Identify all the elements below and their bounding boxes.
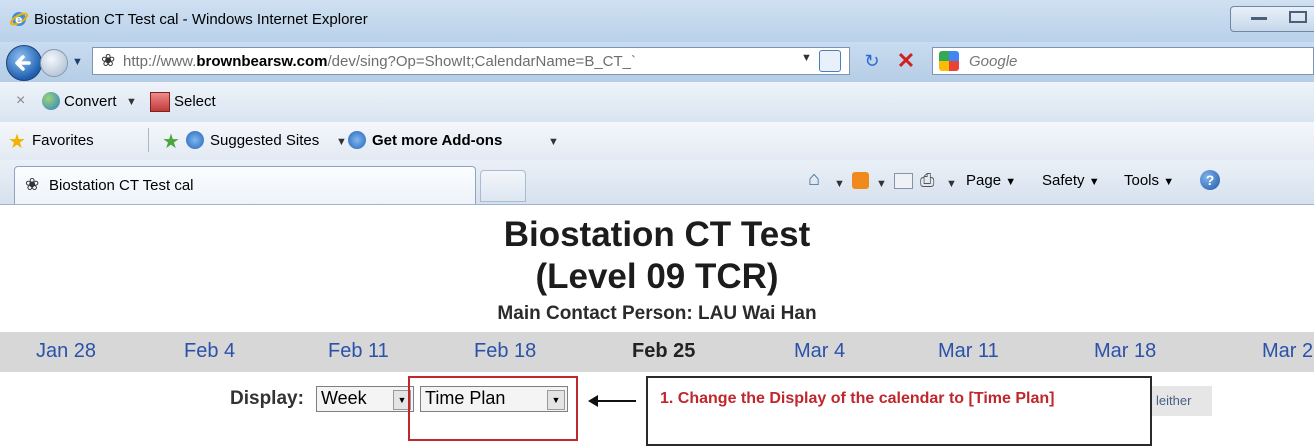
instruction-callout: 1. Change the Display of the calendar to… xyxy=(646,376,1152,446)
week-link[interactable]: Mar 4 xyxy=(794,340,845,363)
safety-menu[interactable]: Safety ▼ xyxy=(1042,172,1100,189)
address-dropdown-icon[interactable]: ▼ xyxy=(801,52,812,64)
calendar-subtitle: (Level 09 TCR) xyxy=(535,257,779,296)
page-menu-label: Page xyxy=(966,172,1002,189)
title-bar: e Biostation CT Test cal - Windows Inter… xyxy=(0,0,1314,42)
search-box[interactable]: Google xyxy=(932,47,1314,75)
week-link[interactable]: Mar 2 xyxy=(1262,340,1313,363)
stop-button[interactable]: ✕ xyxy=(892,47,920,75)
favorites-star-icon: ★ xyxy=(8,131,26,153)
week-link[interactable]: Mar 18 xyxy=(1094,340,1156,363)
forward-button[interactable] xyxy=(40,49,68,77)
svg-text:e: e xyxy=(15,13,22,26)
tab-biostation[interactable]: ❀ Biostation CT Test cal xyxy=(14,166,476,204)
callout-arrow-line xyxy=(592,400,636,402)
separator xyxy=(148,128,149,152)
display-label: Display: xyxy=(230,388,304,409)
tools-menu[interactable]: Tools ▼ xyxy=(1124,172,1174,189)
suggested-sites-link[interactable]: Suggested Sites xyxy=(210,132,319,149)
tools-menu-label: Tools xyxy=(1124,172,1160,189)
print-dropdown-icon[interactable]: ▼ xyxy=(946,178,957,190)
safety-menu-label: Safety xyxy=(1042,172,1085,189)
neither-button[interactable]: leither xyxy=(1152,386,1212,416)
suggested-sites-dropdown-icon[interactable]: ▼ xyxy=(336,136,347,148)
search-placeholder: Google xyxy=(969,53,1018,70)
refresh-button[interactable]: ↻ xyxy=(858,47,886,75)
display-period-value: Week xyxy=(321,388,367,408)
url-path: /dev/sing?Op=ShowIt;CalendarName=B_CT_` xyxy=(327,53,637,70)
contact-person: Main Contact Person: LAU Wai Han xyxy=(497,303,817,324)
week-link[interactable]: Feb 4 xyxy=(184,340,235,363)
minimize-button[interactable] xyxy=(1251,17,1267,20)
favorites-button[interactable]: Favorites xyxy=(32,132,94,149)
week-link[interactable]: Mar 11 xyxy=(938,340,999,363)
home-icon[interactable]: ⌂ xyxy=(808,168,820,191)
addons-dropdown-icon[interactable]: ▼ xyxy=(548,136,559,148)
compatibility-view-icon[interactable] xyxy=(819,50,841,72)
week-current[interactable]: Feb 25 xyxy=(632,340,695,363)
week-link[interactable]: Feb 18 xyxy=(474,340,536,363)
ie-page-icon xyxy=(186,131,204,149)
page-menu[interactable]: Page ▼ xyxy=(966,172,1016,189)
read-mail-icon[interactable] xyxy=(894,173,913,189)
print-icon[interactable]: ⎙ xyxy=(920,170,934,191)
convert-dropdown-icon[interactable]: ▼ xyxy=(126,96,137,108)
maximize-button[interactable] xyxy=(1289,11,1307,23)
select-button[interactable]: Select xyxy=(174,93,216,110)
ie-logo-icon: e xyxy=(10,10,28,28)
back-button[interactable] xyxy=(6,45,42,81)
week-link[interactable]: Jan 28 xyxy=(36,340,96,363)
display-period-select[interactable]: Week ▼ xyxy=(316,386,414,412)
convert-icon xyxy=(42,92,60,110)
url-text[interactable]: http://www.brownbearsw.com/dev/sing?Op=S… xyxy=(123,53,636,70)
convert-button[interactable]: Convert xyxy=(64,93,117,110)
url-domain: brownbearsw.com xyxy=(196,53,328,70)
rss-feed-icon[interactable] xyxy=(852,172,869,189)
recent-pages-dropdown[interactable]: ▼ xyxy=(72,56,83,68)
tab-label: Biostation CT Test cal xyxy=(49,177,194,194)
ie-page-icon xyxy=(348,131,366,149)
window-controls xyxy=(1230,6,1314,32)
address-bar[interactable]: ❀ http://www.brownbearsw.com/dev/sing?Op… xyxy=(92,47,850,75)
calendar-title: Biostation CT Test xyxy=(503,215,811,254)
new-tab-button[interactable] xyxy=(480,170,526,202)
select-icon xyxy=(150,92,170,112)
get-addons-link[interactable]: Get more Add-ons xyxy=(372,132,502,149)
url-prefix: http://www. xyxy=(123,53,197,70)
home-dropdown-icon[interactable]: ▼ xyxy=(834,178,845,190)
back-arrow-icon xyxy=(15,55,31,71)
window-title: Biostation CT Test cal - Windows Interne… xyxy=(34,11,368,28)
close-toolbar-icon[interactable]: × xyxy=(16,92,25,110)
week-link[interactable]: Feb 11 xyxy=(328,340,389,363)
highlight-box xyxy=(408,376,578,441)
instruction-text: 1. Change the Display of the calendar to… xyxy=(660,390,1055,407)
add-to-favorites-icon[interactable]: ★ xyxy=(162,129,180,154)
rss-dropdown-icon[interactable]: ▼ xyxy=(876,178,887,190)
site-favicon-icon: ❀ xyxy=(25,175,40,194)
site-favicon-icon: ❀ xyxy=(101,51,116,70)
google-icon xyxy=(939,51,959,71)
help-icon[interactable]: ? xyxy=(1200,170,1220,190)
